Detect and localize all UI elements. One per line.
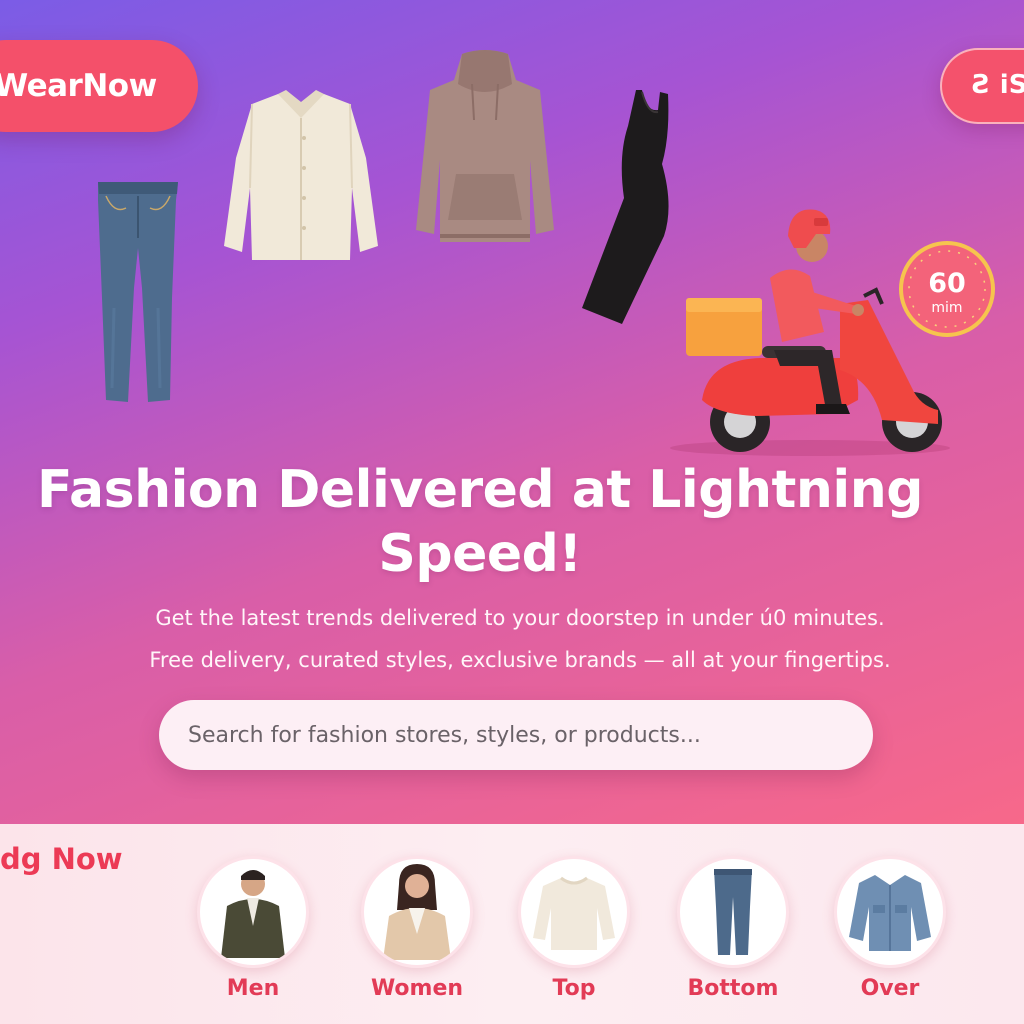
category-bottom-label: Bottom xyxy=(687,976,779,1001)
hoodie-product-image xyxy=(412,50,558,256)
timer-value: 60 xyxy=(928,268,966,299)
category-over-label: Over xyxy=(860,976,920,1001)
category-men-label: Men xyxy=(226,976,280,1001)
category-top-label: Top xyxy=(552,976,596,1001)
hero-subline-2: Free delivery, curated styles, exclusive… xyxy=(149,648,891,672)
timer-unit: mim xyxy=(931,300,963,316)
category-men[interactable]: Men xyxy=(197,856,309,1006)
jeans-icon xyxy=(677,856,789,968)
category-women-label: Women xyxy=(370,976,464,1001)
sweater-icon xyxy=(518,856,630,968)
category-women[interactable]: Women xyxy=(361,856,473,1006)
women-cardigan-icon xyxy=(361,856,473,968)
search-input[interactable] xyxy=(159,700,873,770)
shirt-product-image xyxy=(220,88,382,266)
hero-subline-1: Get the latest trends delivered to your … xyxy=(155,606,885,630)
hero-headline: Fashion Delivered at Lightning Speed! xyxy=(37,460,923,584)
men-jacket-icon xyxy=(197,856,309,968)
hero-banner: WearNow Ƨ iS 60 mim Fashion Delivered at… xyxy=(0,0,1024,824)
jeans-product-image xyxy=(92,178,184,406)
category-bottom[interactable]: Bottom xyxy=(677,856,789,1006)
categories-section-title: dg Now xyxy=(0,842,123,876)
top-right-button-label: Ƨ iS xyxy=(972,70,1024,100)
denim-jacket-icon xyxy=(834,856,946,968)
delivery-timer-badge: 60 mim xyxy=(898,240,996,338)
category-over[interactable]: Over xyxy=(834,856,946,1006)
category-top[interactable]: Top xyxy=(518,856,630,1006)
brand-name[interactable]: WearNow xyxy=(0,68,194,108)
